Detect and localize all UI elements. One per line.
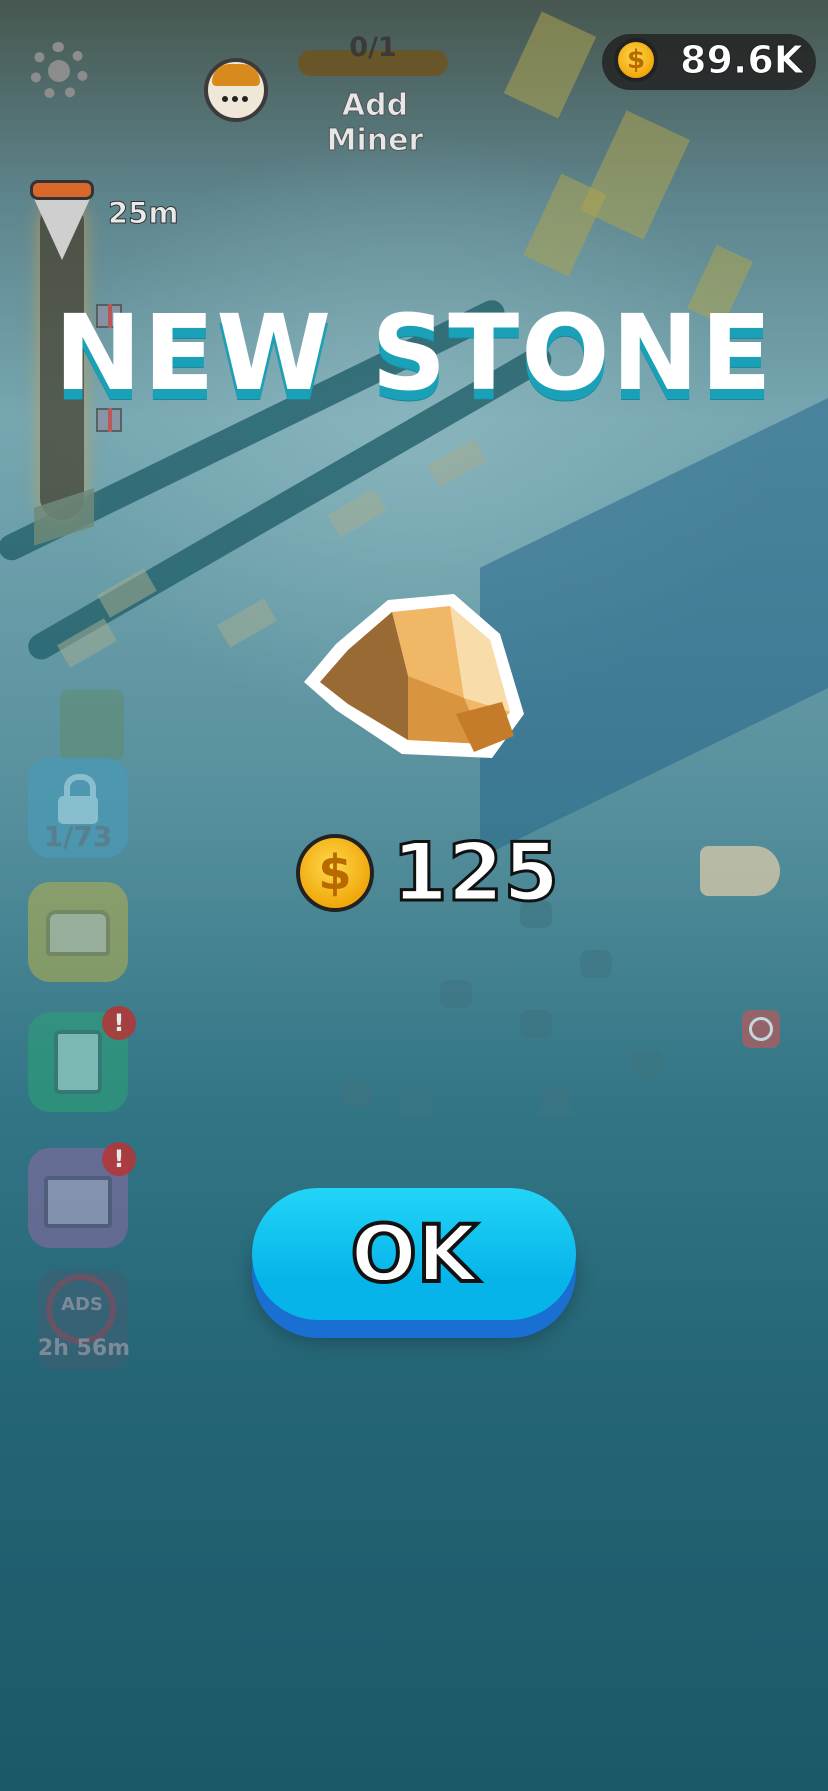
- lock-icon: [56, 774, 100, 824]
- drill-icon: [30, 190, 94, 260]
- popup-title: NEW STONE: [54, 292, 774, 414]
- blocked-icon: [742, 1010, 780, 1048]
- reward-coin-icon: $: [296, 834, 374, 912]
- chest-icon: [46, 910, 110, 956]
- store-icon: [44, 1176, 112, 1228]
- no-ads-button[interactable]: ADS 2h 56m: [38, 1270, 130, 1370]
- collection-count: 1/73: [43, 820, 113, 853]
- miner-avatar-icon[interactable]: [204, 58, 268, 122]
- whistle-icon[interactable]: [700, 846, 780, 896]
- lantern-icon: [60, 690, 124, 760]
- tasks-alert-badge: !: [102, 1006, 136, 1040]
- gear-icon[interactable]: [30, 42, 88, 100]
- ok-button-label: OK: [349, 1208, 480, 1302]
- no-ads-label: ADS: [61, 1294, 103, 1315]
- coin-icon: $: [614, 38, 658, 82]
- clipboard-icon: [54, 1030, 102, 1094]
- collection-button[interactable]: 1/73: [28, 758, 128, 858]
- depth-label: 25m: [108, 196, 180, 231]
- store-alert-badge: !: [102, 1142, 136, 1176]
- add-miner-button[interactable]: Add Miner: [290, 88, 460, 159]
- coin-total: 89.6K: [679, 38, 804, 83]
- stone-icon: [304, 594, 524, 758]
- chest-button[interactable]: [28, 882, 128, 982]
- ok-button[interactable]: OK: [252, 1188, 576, 1320]
- miner-count: 0/1: [349, 32, 397, 63]
- reward-value: 125: [391, 825, 561, 921]
- no-ads-timer: 2h 56m: [37, 1336, 131, 1361]
- drill-cap: [30, 180, 94, 200]
